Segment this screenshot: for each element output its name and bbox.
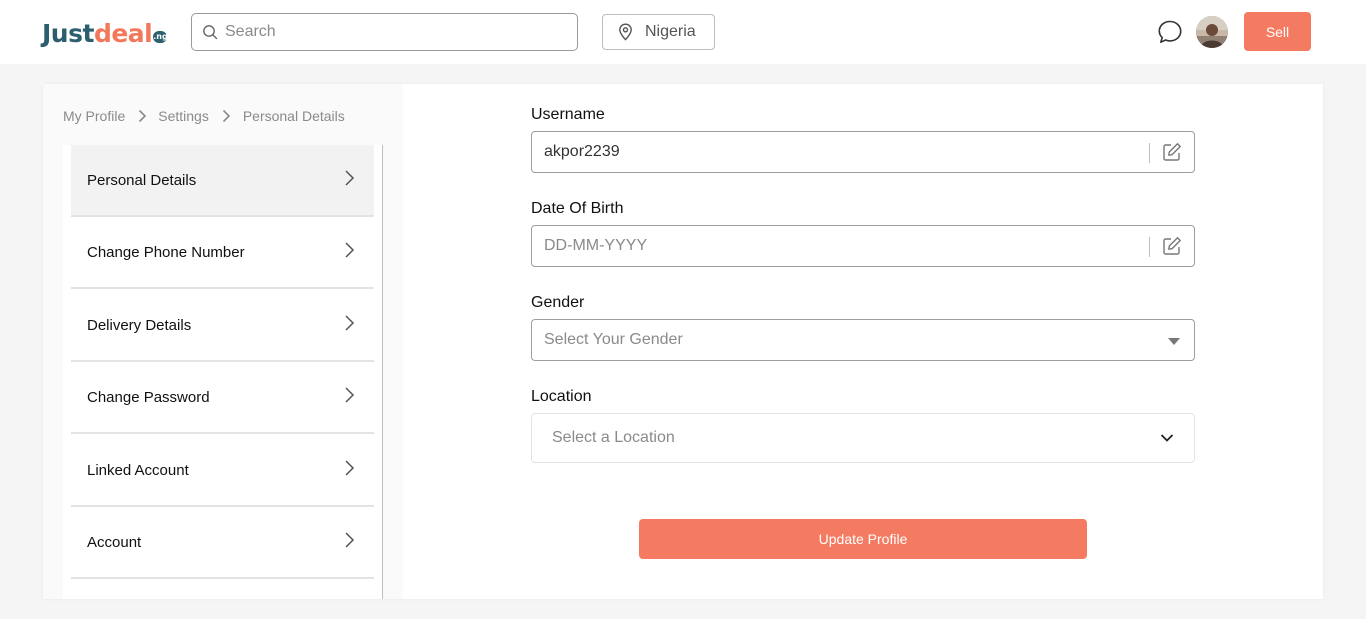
location-label: Location — [531, 388, 592, 405]
search-input[interactable]: Search — [191, 13, 578, 51]
logo-badge: .ng — [153, 31, 168, 43]
menu-item-change-phone-number[interactable]: Change Phone Number — [71, 217, 374, 289]
chevron-right-icon — [345, 242, 355, 258]
search-icon — [203, 25, 218, 40]
field-divider — [1149, 237, 1150, 257]
gender-label: Gender — [531, 294, 585, 311]
settings-sidebar: My Profile Settings Personal Details Per… — [43, 84, 403, 599]
search-placeholder: Search — [225, 23, 276, 40]
user-avatar[interactable] — [1196, 16, 1228, 48]
chevron-right-icon — [345, 460, 355, 476]
logo-wordmark: Justdeal — [42, 19, 153, 48]
date-of-birth-field[interactable]: DD-MM-YYYY — [531, 225, 1195, 267]
justdeal-logo[interactable]: Justdeal .ng — [42, 15, 168, 49]
breadcrumb-my-profile[interactable]: My Profile — [63, 108, 125, 124]
menu-item-account[interactable]: Account — [71, 507, 374, 579]
field-divider — [1149, 143, 1150, 163]
edit-icon[interactable] — [1162, 236, 1182, 256]
menu-item-personal-details[interactable]: Personal Details — [71, 145, 374, 217]
location-placeholder: Select a Location — [552, 429, 675, 446]
chevron-right-icon — [345, 532, 355, 548]
menu-item-delivery-details[interactable]: Delivery Details — [71, 290, 374, 362]
gender-placeholder: Select Your Gender — [544, 331, 683, 348]
caret-down-icon — [1168, 338, 1180, 345]
menu-item-label: Change Phone Number — [87, 243, 245, 261]
map-pin-icon — [619, 23, 632, 41]
chevron-right-icon — [139, 109, 147, 123]
edit-icon[interactable] — [1162, 142, 1182, 162]
username-label: Username — [531, 106, 605, 123]
breadcrumb-settings[interactable]: Settings — [158, 108, 209, 124]
avatar-image — [1196, 16, 1228, 48]
chevron-down-icon — [1160, 434, 1174, 442]
menu-item-change-password[interactable]: Change Password — [71, 362, 374, 434]
location-select[interactable]: Select a Location — [531, 413, 1195, 463]
location-label: Nigeria — [645, 23, 696, 40]
location-selector-button[interactable]: Nigeria — [602, 14, 715, 50]
menu-item-label: Linked Account — [87, 461, 189, 479]
breadcrumb-personal-details: Personal Details — [242, 108, 345, 124]
menu-item-label: Personal Details — [87, 171, 197, 189]
date-of-birth-placeholder: DD-MM-YYYY — [544, 237, 648, 254]
top-navbar: Justdeal .ng Search Nigeria Sell — [0, 0, 1366, 64]
menu-item-linked-account[interactable]: Linked Account — [71, 435, 374, 507]
settings-card: My Profile Settings Personal Details Per… — [43, 84, 1323, 599]
chevron-right-icon — [345, 387, 355, 403]
settings-menu: Personal Details Change Phone Number Del… — [63, 145, 383, 599]
username-field[interactable]: akpor2239 — [531, 131, 1195, 173]
chevron-right-icon — [345, 315, 355, 331]
chat-bubble-icon[interactable] — [1157, 19, 1183, 45]
sell-button[interactable]: Sell — [1244, 12, 1311, 51]
date-of-birth-label: Date Of Birth — [531, 200, 624, 217]
username-value: akpor2239 — [544, 143, 620, 160]
menu-item-label: Account — [87, 533, 142, 551]
update-profile-button[interactable]: Update Profile — [639, 519, 1087, 559]
chevron-right-icon — [222, 109, 230, 123]
menu-item-label: Change Password — [87, 388, 210, 406]
chevron-right-icon — [345, 170, 355, 186]
menu-item-label: Delivery Details — [87, 316, 192, 334]
gender-select[interactable]: Select Your Gender — [531, 319, 1195, 361]
breadcrumb: My Profile Settings Personal Details — [63, 108, 345, 124]
